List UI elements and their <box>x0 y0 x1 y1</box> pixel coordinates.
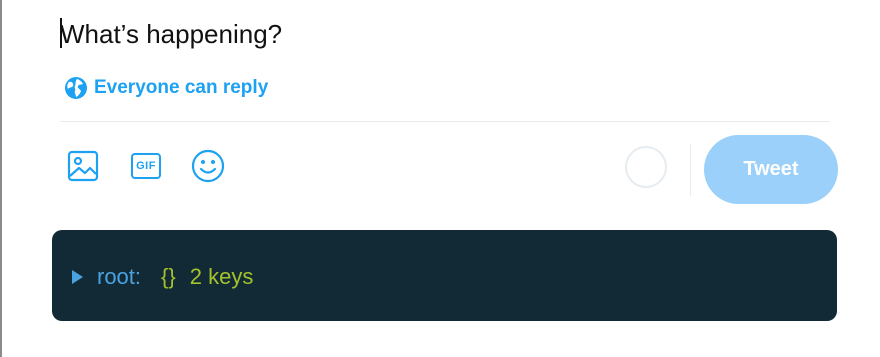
tweet-button[interactable]: Tweet <box>704 135 838 204</box>
globe-icon <box>64 76 88 100</box>
json-key-count: 2 keys <box>189 264 254 289</box>
expand-arrow-icon[interactable] <box>72 270 83 284</box>
toolbar-separator <box>690 144 691 196</box>
json-root-node[interactable]: root : {} 2 keys <box>72 262 253 292</box>
gif-icon: GIF <box>131 153 161 179</box>
add-gif-button[interactable]: GIF <box>128 148 164 184</box>
json-viewer: root : {} 2 keys <box>52 230 837 321</box>
emoji-icon <box>191 149 225 183</box>
json-type-braces: {} <box>161 264 176 289</box>
tweet-text-input[interactable] <box>60 14 820 54</box>
tweet-compose-panel: Everyone can reply GIF Tweet <box>0 0 880 357</box>
gif-label: GIF <box>136 160 156 172</box>
add-media-button[interactable] <box>65 148 101 184</box>
add-emoji-button[interactable] <box>190 148 226 184</box>
compose-divider <box>60 121 830 122</box>
character-count-ring <box>625 146 667 188</box>
reply-setting-label: Everyone can reply <box>94 77 269 98</box>
reply-setting-button[interactable]: Everyone can reply <box>64 74 268 102</box>
text-caret <box>60 18 62 48</box>
window-border <box>0 0 2 357</box>
image-icon <box>67 150 99 182</box>
json-colon: : <box>134 264 142 289</box>
json-key: root <box>97 264 135 289</box>
